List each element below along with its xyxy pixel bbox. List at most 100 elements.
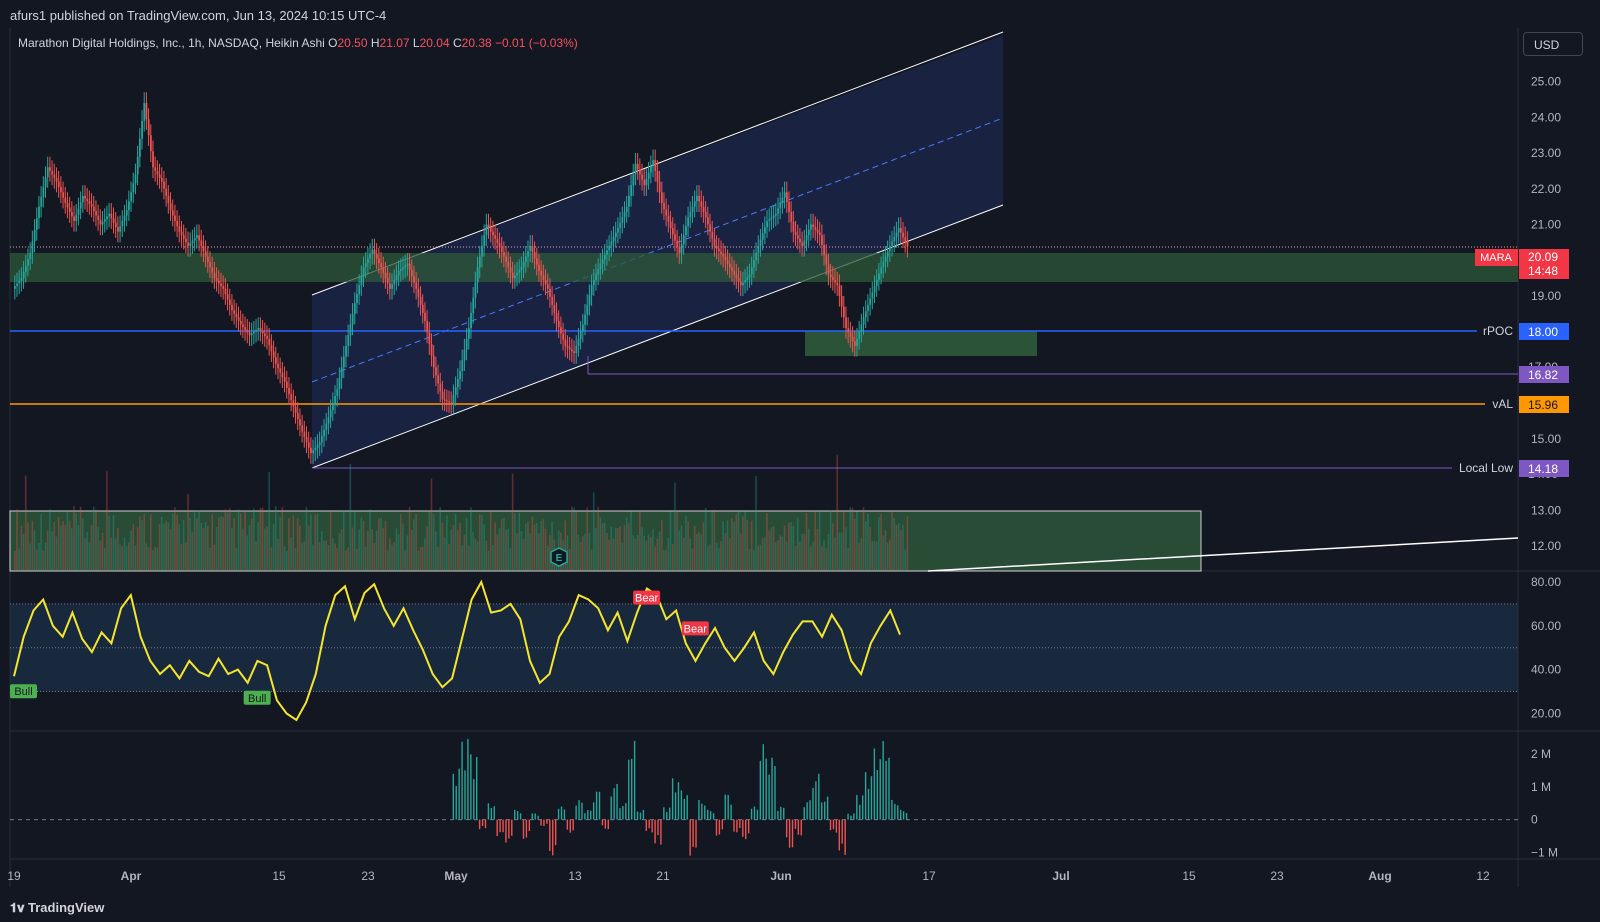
volume-bar xyxy=(643,535,646,571)
tradingview-logo[interactable]: 𝟏𝐯 TradingView xyxy=(10,900,104,916)
supply-demand-zone[interactable] xyxy=(10,253,1518,282)
chart-svg[interactable]: E BullBullBearBear 25.0024.0023.0022.002… xyxy=(0,28,1600,891)
delta-bar xyxy=(630,758,633,820)
volume-bar xyxy=(149,514,152,571)
volume-bar xyxy=(62,521,64,571)
volume-bar xyxy=(79,506,82,571)
delta-bar xyxy=(625,803,627,820)
support-zone[interactable] xyxy=(805,331,1037,356)
volume-bar xyxy=(450,529,453,571)
volume-bar xyxy=(274,506,277,571)
time-tick-0: 19 xyxy=(7,869,21,883)
volume-bar xyxy=(474,538,477,571)
volume-bar xyxy=(753,550,755,571)
volume-bar xyxy=(257,522,260,571)
volume-bar xyxy=(606,532,608,571)
bar-countdown: 14:48 xyxy=(1528,264,1558,278)
volume-bar xyxy=(509,547,512,571)
delta-bar xyxy=(905,813,908,820)
currency-button[interactable]: USD xyxy=(1523,32,1583,56)
volume-bar xyxy=(42,550,45,571)
volume-bar xyxy=(358,529,360,571)
volume-bar xyxy=(38,542,40,571)
volume-bar xyxy=(316,513,319,571)
volume-bar xyxy=(35,549,38,571)
volume-bar xyxy=(154,547,156,571)
volume-bar xyxy=(768,530,771,571)
volume-bar xyxy=(902,524,904,571)
delta-bar xyxy=(487,803,490,820)
volume-bar xyxy=(807,528,810,571)
rsi-tick-1: 60.00 xyxy=(1531,619,1561,633)
volume-bar xyxy=(647,534,650,571)
delta-bar xyxy=(894,803,896,820)
volume-bar xyxy=(419,547,422,571)
volume-bar xyxy=(16,509,18,571)
delta-bar xyxy=(648,819,650,829)
delta-pane[interactable] xyxy=(10,731,1518,859)
delta-bar xyxy=(683,798,686,820)
volume-bar xyxy=(325,540,328,571)
volume-bar xyxy=(623,525,626,571)
volume-bar xyxy=(299,525,301,571)
delta-bar xyxy=(549,819,551,851)
volume-bar xyxy=(814,511,817,571)
earnings-event-badge[interactable]: E xyxy=(550,547,568,567)
volume-bar xyxy=(281,507,284,571)
delta-bar xyxy=(478,819,481,830)
rsi-axis[interactable]: 80.00 60.00 40.00 20.00 xyxy=(1531,575,1561,721)
volume-bar xyxy=(612,538,615,571)
chart-legend[interactable]: Marathon Digital Holdings, Inc., 1h, NAS… xyxy=(18,36,578,50)
last-price-value: 20.09 xyxy=(1528,250,1558,264)
chart-frame[interactable]: E Bull Bull Bear Bear 25.00 24.00 23.00 22.00 2… xyxy=(0,28,1600,891)
volume-bar xyxy=(189,517,192,571)
time-axis[interactable]: 19 Apr 15 23 May 13 21 Jun 17 Jul 15 23 Aug 12 xyxy=(7,869,1490,883)
delta-bar xyxy=(610,796,612,820)
delta-bar xyxy=(666,812,668,820)
volume-bar xyxy=(402,523,404,571)
volume-bar xyxy=(603,522,606,571)
volume-bar xyxy=(448,543,450,571)
volume-bar xyxy=(277,538,279,571)
volume-bar xyxy=(731,518,733,571)
volume-bar xyxy=(792,525,795,571)
volume-bar xyxy=(92,506,95,571)
volume-bar xyxy=(698,532,700,571)
volume-bar xyxy=(472,531,474,571)
volume-bar xyxy=(700,534,703,571)
volume-bar xyxy=(338,533,341,571)
delta-bar xyxy=(546,819,548,824)
volume-bar xyxy=(103,548,106,571)
volume-bar xyxy=(584,533,586,571)
delta-bar xyxy=(467,739,469,820)
volume-bar xyxy=(489,511,492,571)
volume-bar xyxy=(167,522,170,571)
delta-bar xyxy=(818,773,820,820)
volume-bar xyxy=(511,473,514,571)
delta-bar xyxy=(847,813,849,820)
volume-bar xyxy=(737,511,740,571)
volume-bar xyxy=(707,546,709,571)
rsi-tick-3: 20.00 xyxy=(1531,706,1561,720)
delta-bar xyxy=(797,819,800,835)
volume-bar xyxy=(742,516,744,571)
volume-bar xyxy=(44,542,47,571)
volume-bar xyxy=(470,507,472,571)
volume-bar xyxy=(667,537,670,571)
volume-bar xyxy=(139,516,141,571)
volume-bar xyxy=(761,538,764,571)
price-pane[interactable] xyxy=(10,28,1518,571)
volume-bar xyxy=(687,521,689,571)
delta-bar xyxy=(604,819,607,829)
volume-bar xyxy=(24,475,27,571)
volume-bar xyxy=(296,518,299,571)
price-axis[interactable]: 25.00 24.00 23.00 22.00 21.00 19.00 15.00 13.00… xyxy=(1531,75,1561,553)
price-tick-1: 24.00 xyxy=(1531,110,1561,124)
volume-bar xyxy=(415,513,417,571)
delta-axis[interactable]: 2 M 1 M 0 −1 M xyxy=(1531,747,1558,859)
time-tick-1: Apr xyxy=(121,869,142,883)
volume-bar xyxy=(875,541,878,571)
volume-bar xyxy=(141,519,143,571)
volume-bar xyxy=(163,523,165,571)
volume-bar xyxy=(321,531,323,571)
